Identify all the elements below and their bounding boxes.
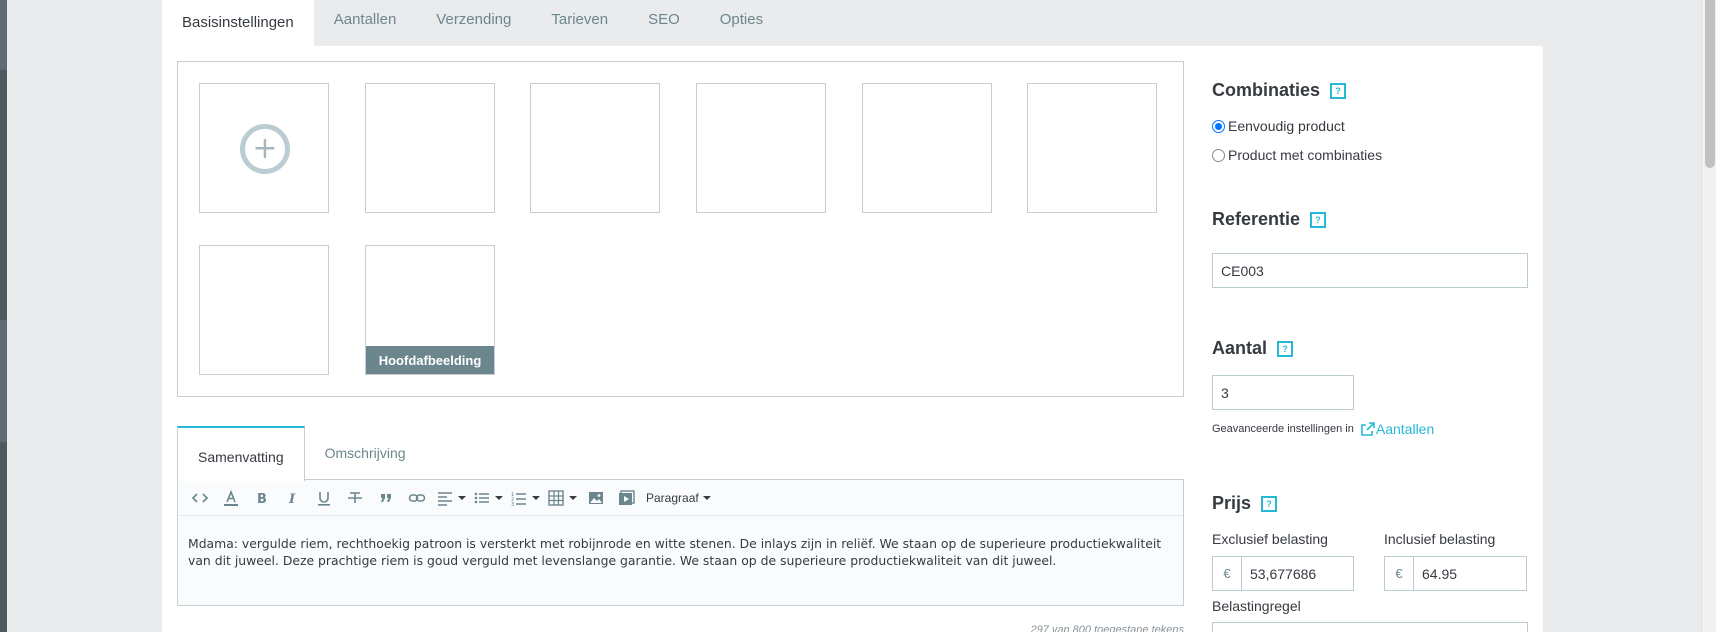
chevron-down-icon [702,495,711,500]
radio-checked-icon[interactable] [1212,119,1225,133]
editor-content[interactable]: Mdama: vergulde riem, rechthoekig patroo… [178,516,1183,569]
plus-circle-icon: + [240,124,290,174]
price-incl-label: Inclusief belasting [1384,531,1496,547]
bold-icon[interactable]: B [250,486,274,510]
price-heading: Prijs ? [1212,493,1278,514]
reference-title: Referentie [1212,209,1301,229]
radio-label: Eenvoudig product [1228,118,1345,134]
sidebar-edge [0,0,7,632]
price-incl-value[interactable]: 64.95 [1414,557,1457,590]
image-thumbnail-cover[interactable]: Hoofdafbeelding [365,245,495,375]
tab-options[interactable]: Opties [700,0,783,46]
table-dropdown[interactable] [547,486,577,510]
tab-description[interactable]: Omschrijving [305,426,426,480]
help-icon[interactable]: ? [1261,495,1278,512]
bullet-list-dropdown[interactable] [473,486,503,510]
blockquote-icon[interactable] [374,486,398,510]
character-counter: 297 van 800 toegestane tekens [1030,624,1184,632]
chevron-down-icon [458,495,466,500]
price-title: Prijs [1212,493,1252,513]
quantity-advanced-hint: Geavanceerde instellingen in Aantallen [1212,418,1434,440]
tab-basic-settings[interactable]: Basisinstellingen [162,0,314,46]
image-gallery: + Hoofdafbeelding [177,61,1184,397]
help-icon[interactable]: ? [1330,82,1347,99]
format-label: Paragraaf [646,490,699,505]
image-thumbnail[interactable] [1027,83,1157,213]
svg-text:B: B [257,492,267,507]
underline-icon[interactable] [312,486,336,510]
format-dropdown[interactable]: Paragraaf [646,486,711,510]
price-excl-input[interactable]: € 53,677686 [1212,556,1354,591]
tab-shipping[interactable]: Verzending [416,0,531,46]
product-page: Basisinstellingen Aantallen Verzending T… [162,0,1543,632]
tab-content: + Hoofdafbeelding Samenvatting Omschrijv… [162,46,1543,632]
hint-text: Geavanceerde instellingen in [1212,423,1354,435]
combinations-heading: Combinaties ? [1212,80,1347,101]
chevron-down-icon [495,495,503,500]
quantities-link[interactable]: Aantallen [1360,421,1434,437]
tab-pricing[interactable]: Tarieven [531,0,628,46]
rich-text-editor: B I 1 2 3 Paragraaf Mdama: vergulde riem… [177,479,1184,606]
quantities-link-label: Aantallen [1375,421,1435,437]
tab-summary[interactable]: Samenvatting [177,426,305,481]
numbered-list-dropdown[interactable]: 123 [510,486,540,510]
sidebar-edge-segment [0,442,7,632]
euro-icon: € [1385,557,1414,590]
tax-rule-label: Belastingregel [1212,598,1301,614]
quantity-input[interactable]: 3 [1212,375,1354,410]
text-color-icon[interactable] [219,486,243,510]
quantity-title: Aantal [1212,338,1268,358]
price-excl-value[interactable]: 53,677686 [1242,557,1316,590]
reference-input[interactable]: CE003 [1212,253,1528,288]
cover-image-label: Hoofdafbeelding [366,346,494,374]
radio-simple-product[interactable]: Eenvoudig product [1212,118,1345,134]
image-thumbnail[interactable] [862,83,992,213]
image-thumbnail[interactable] [696,83,826,213]
radio-label: Product met combinaties [1228,147,1383,163]
vertical-scrollbar[interactable] [1701,0,1716,632]
tab-seo[interactable]: SEO [628,0,700,46]
align-left-icon [438,491,452,506]
help-icon[interactable]: ? [1277,340,1294,357]
radio-product-with-combinations[interactable]: Product met combinaties [1212,147,1382,163]
svg-text:3: 3 [511,502,514,507]
insert-media-icon[interactable] [615,486,639,510]
image-thumbnail[interactable] [199,245,329,375]
price-incl-input[interactable]: € 64.95 [1384,556,1527,591]
sidebar-edge-segment [0,70,7,320]
product-tabs: Basisinstellingen Aantallen Verzending T… [162,0,1543,46]
bullet-list-icon [474,492,489,503]
tab-quantities[interactable]: Aantallen [314,0,417,46]
numbered-list-icon: 123 [511,492,526,507]
link-icon[interactable] [405,486,429,510]
table-icon [548,489,564,506]
image-thumbnail[interactable] [530,83,660,213]
svg-text:I: I [288,492,296,507]
strikethrough-icon[interactable] [343,486,367,510]
chevron-down-icon [532,495,540,500]
tax-rule-select[interactable] [1212,622,1528,632]
italic-icon[interactable]: I [281,486,305,510]
description-tabs: Samenvatting Omschrijving [177,426,1184,481]
insert-image-icon[interactable] [584,486,608,510]
scrollbar-thumb[interactable] [1705,0,1715,168]
align-dropdown[interactable] [436,486,466,510]
combinations-title: Combinaties [1212,80,1321,100]
editor-toolbar: B I 1 2 3 Paragraaf [178,480,1183,516]
image-thumbnail[interactable] [365,83,495,213]
quantity-heading: Aantal ? [1212,338,1294,359]
price-excl-label: Exclusief belasting [1212,531,1328,547]
help-icon[interactable]: ? [1310,211,1327,228]
external-link-icon [1361,422,1375,436]
reference-heading: Referentie ? [1212,209,1327,230]
euro-icon: € [1213,557,1242,590]
source-code-icon[interactable] [188,486,212,510]
radio-unchecked-icon[interactable] [1212,148,1225,162]
chevron-down-icon [569,495,577,500]
add-image-button[interactable]: + [199,83,329,213]
